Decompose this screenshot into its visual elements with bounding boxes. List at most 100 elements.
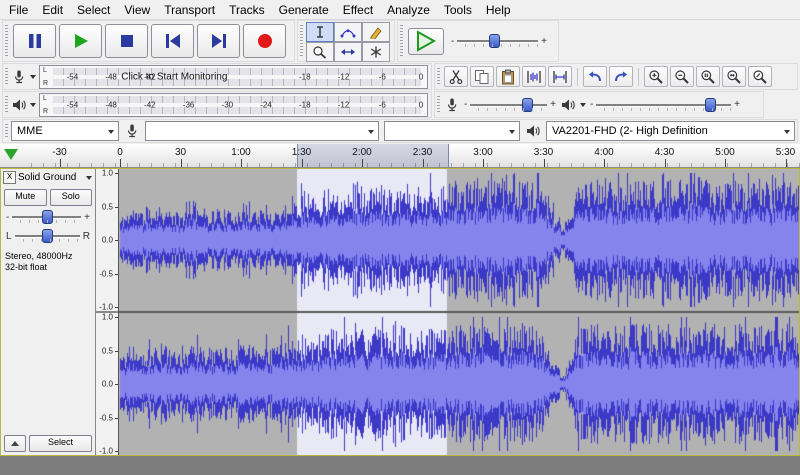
gain-thumb[interactable] [42,210,53,224]
microphone-icon[interactable] [11,69,27,85]
zoom-toggle-button[interactable] [748,66,772,87]
timeline-label: 2:00 [352,147,371,158]
copy-button[interactable] [470,66,494,87]
mixer-dropdown-arrow-icon[interactable] [580,103,586,107]
redo-icon [613,69,629,85]
fit-project-button[interactable] [722,66,746,87]
playback-volume-thumb[interactable] [705,98,716,112]
chevron-up-icon [11,441,19,446]
vertical-ruler-label: 0.5 [102,346,113,355]
mute-button[interactable]: Mute [4,189,47,206]
toolbar-grip[interactable] [5,25,8,57]
undo-button[interactable] [583,66,607,87]
timeline-pin-icon[interactable] [4,149,18,160]
play-at-speed-toolbar: - + [397,20,559,62]
pan-thumb[interactable] [42,229,53,243]
recording-volume-thumb[interactable] [522,98,533,112]
time-shift-tool-button[interactable] [334,42,362,62]
recording-meter[interactable]: L R -54-48-42-18-12-60 Click to Start Mo… [39,65,428,89]
menu-item-effect[interactable]: Effect [336,1,380,19]
track-menu-arrow-icon[interactable] [86,176,92,180]
track-name[interactable]: Solid Ground [18,172,84,183]
toolbar-grip[interactable] [300,25,303,57]
play-speed-slider[interactable]: - + [451,33,547,49]
timeline-ruler[interactable]: -300301:001:302:002:303:003:304:004:305:… [0,144,800,168]
timeline-label: 5:30 [776,147,795,158]
timeline-label: 5:00 [715,147,734,158]
gain-slider[interactable]: - + [1,206,95,225]
audio-host-select[interactable]: MME [11,121,119,141]
playback-meter[interactable]: L R -54-48-42-36-30-24-18-12-60 [39,93,428,117]
timeline-tick [120,159,121,167]
menu-item-help[interactable]: Help [479,1,518,19]
meter-scale-number: 0 [419,100,423,109]
collapse-track-button[interactable] [4,435,26,452]
track-select-button[interactable]: Select [29,435,92,452]
fit-selection-button[interactable] [696,66,720,87]
toolbar-grip[interactable] [5,68,8,85]
waveform-canvas[interactable] [119,169,799,455]
audio-host-value: MME [17,125,43,137]
multi-tool-button[interactable] [362,42,390,62]
playback-device-select[interactable]: VA2201-FHD (2- High Definition [546,121,795,141]
paste-button[interactable] [496,66,520,87]
zoom-out-button[interactable] [670,66,694,87]
meter-scale-number: -12 [338,72,350,81]
menu-item-select[interactable]: Select [70,1,117,19]
draw-tool-button[interactable] [362,22,390,42]
menu-item-tools[interactable]: Tools [437,1,479,19]
cut-icon [448,69,464,85]
timeline-label: 4:30 [655,147,674,158]
stop-button[interactable] [105,24,148,58]
envelope-tool-button[interactable] [334,22,362,42]
recording-device-select[interactable] [145,121,379,141]
recording-volume-slider[interactable]: - + [464,97,556,113]
timeline-label: 1:00 [231,147,250,158]
meter-dropdown-arrow-icon[interactable] [30,75,36,79]
menu-item-transport[interactable]: Transport [157,1,222,19]
skip-to-start-button[interactable] [151,24,194,58]
speaker-icon [560,97,576,113]
playback-volume-slider[interactable]: - + [590,97,740,113]
toolbar-grip[interactable] [437,68,440,85]
toolbar-grip[interactable] [437,96,440,113]
timeline-tick [665,159,666,167]
toolbar-grip[interactable] [5,96,8,113]
pan-slider[interactable]: L R [1,225,95,244]
play-at-speed-button[interactable] [408,28,444,55]
zoom-in-button[interactable] [644,66,668,87]
speaker-icon[interactable] [11,97,27,113]
toolbar-grip[interactable] [400,25,403,57]
record-button[interactable] [243,24,286,58]
track-close-button[interactable]: X [3,171,16,184]
menu-item-analyze[interactable]: Analyze [380,1,437,19]
timeline-tick [181,159,182,167]
trim-audio-button[interactable] [522,66,546,87]
menu-item-generate[interactable]: Generate [272,1,336,19]
cut-button[interactable] [444,66,468,87]
dropdown-arrow-icon [108,130,114,134]
zoom-tool-button[interactable] [306,42,334,62]
recording-channels-select[interactable] [384,121,520,141]
dropdown-arrow-icon [509,130,515,134]
empty-track-area[interactable] [0,456,800,475]
redo-button[interactable] [609,66,633,87]
menu-item-edit[interactable]: Edit [35,1,70,19]
menu-item-view[interactable]: View [117,1,157,19]
timeline-tick [786,159,787,167]
menu-item-tracks[interactable]: Tracks [222,1,272,19]
pause-icon [26,32,44,50]
pause-button[interactable] [13,24,56,58]
meter-dropdown-arrow-icon[interactable] [30,103,36,107]
toolbar-grip[interactable] [5,124,8,138]
play-button[interactable] [59,24,102,58]
menu-item-file[interactable]: File [2,1,35,19]
microphone-icon [444,97,460,113]
selection-tool-button[interactable] [306,22,334,42]
solo-button[interactable]: Solo [50,189,93,206]
skip-to-end-button[interactable] [197,24,240,58]
stop-icon [118,32,136,50]
timeline-tick [241,159,242,167]
play-speed-thumb[interactable] [489,34,500,48]
silence-audio-button[interactable] [548,66,572,87]
